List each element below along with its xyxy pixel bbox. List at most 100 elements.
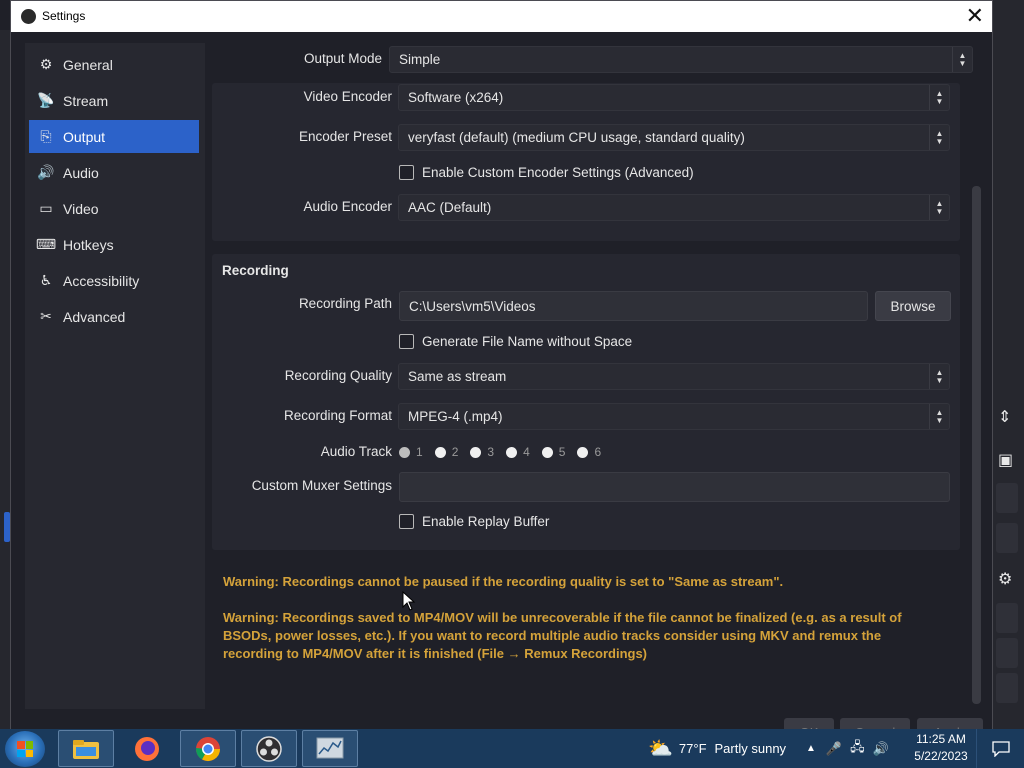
recording-format-select[interactable]: MPEG-4 (.mp4) ▲ ▼ [398,403,950,430]
dock-tile[interactable] [996,638,1018,668]
network-icon[interactable]: 🖧 [850,738,865,760]
custom-encoder-checkbox[interactable]: Enable Custom Encoder Settings (Advanced… [399,165,694,180]
firefox-icon [135,736,159,761]
video-encoder-select[interactable]: Software (x264) ▲ ▼ [398,84,950,111]
sidebar-item-stream[interactable]: 📡 Stream [29,84,199,117]
folder-icon [73,739,99,759]
radio-dot[interactable] [470,446,482,458]
taskbar-chrome[interactable] [180,730,236,767]
output-mode-select[interactable]: Simple ▲ ▼ [389,46,973,73]
accessibility-icon: ♿ [39,272,53,288]
window-title: Settings [42,9,86,23]
audio-track-radio-2[interactable]: 2 [434,445,459,459]
clock[interactable]: 11:25 AM 5/22/2023 [906,731,976,765]
checkbox-box[interactable] [399,514,414,529]
audio-encoder-value: AAC (Default) [408,200,492,215]
audio-encoder-select[interactable]: AAC (Default) ▲ ▼ [398,194,950,221]
dock-tile[interactable] [996,603,1018,633]
replay-buffer-checkbox[interactable]: Enable Replay Buffer [399,514,549,529]
keyboard-icon: ⌨ [35,236,57,252]
dock-tile[interactable] [996,523,1018,553]
select-arrows-icon: ▲ ▼ [952,47,972,72]
radio-dot[interactable] [434,446,446,458]
custom-muxer-label: Custom Muxer Settings [251,478,392,493]
taskbar-obs[interactable] [241,730,297,767]
weather-widget[interactable]: ⛅ 77°F Partly sunny [648,729,786,768]
dock-icon[interactable]: ▣ [998,453,1013,469]
volume-icon[interactable]: 🔊 [873,741,889,757]
audio-track-number: 6 [594,445,602,459]
taskbar-firefox[interactable] [119,730,175,767]
monitor-graph-icon [316,737,344,758]
recording-group-title: Recording [222,263,289,278]
audio-track-radios: 1 2 3 4 5 6 [399,445,613,459]
radio-dot[interactable] [399,446,410,458]
monitor-icon: ▭ [39,200,53,216]
gear-icon: ⚙ [39,56,53,72]
obs-main-right-dock: ⇕ ▣ ⚙ [993,0,1024,730]
file-name-no-space-label: Generate File Name without Space [422,334,633,349]
sidebar-item-label: Hotkeys [63,236,114,253]
sidebar-item-label: Advanced [63,308,126,325]
sidebar-item-label: Accessibility [63,272,140,289]
audio-track-number: 2 [451,445,459,459]
start-button[interactable] [5,731,45,767]
recording-quality-value: Same as stream [408,369,507,384]
file-name-no-space-checkbox[interactable]: Generate File Name without Space [399,334,632,349]
obs-logo-icon [21,9,36,24]
radio-dot[interactable] [506,446,518,458]
radio-dot[interactable] [541,446,553,458]
select-arrows-icon: ▲ ▼ [929,364,949,389]
sidebar-item-advanced[interactable]: ✂ Advanced [29,300,199,333]
audio-track-radio-1[interactable]: 1 [399,445,423,459]
obs-icon [256,735,282,762]
content-scrollbar[interactable] [972,186,981,704]
title-bar: Settings ✕ [11,1,992,32]
video-encoder-value: Software (x264) [408,90,504,105]
taskbar: ⛅ 77°F Partly sunny ▲ 🎤 🖧 🔊 11:25 AM 5/2… [0,729,1024,768]
weather-temp: 77°F [678,741,707,756]
checkbox-box[interactable] [399,334,414,349]
audio-track-radio-6[interactable]: 6 [577,445,601,459]
sidebar-item-accessibility[interactable]: ♿ Accessibility [29,264,199,297]
encoder-preset-label: Encoder Preset [298,129,392,144]
notifications-button[interactable] [976,729,1024,768]
mp4-warning-text: Warning: Recordings saved to MP4/MOV wil… [223,610,902,661]
dock-tile[interactable] [996,483,1018,513]
audio-track-radio-4[interactable]: 4 [506,445,530,459]
close-button[interactable]: ✕ [966,4,984,28]
encoder-preset-select[interactable]: veryfast (default) (medium CPU usage, st… [398,124,950,151]
dock-tile[interactable] [996,673,1018,703]
audio-track-radio-5[interactable]: 5 [541,445,566,459]
custom-muxer-input[interactable] [399,472,950,502]
taskbar-file-explorer[interactable] [58,730,114,767]
recording-quality-select[interactable]: Same as stream ▲ ▼ [398,363,950,390]
recording-path-input[interactable]: C:\Users\vm5\Videos [399,291,868,321]
microphone-icon[interactable]: 🎤 [826,741,842,757]
sidebar-item-hotkeys[interactable]: ⌨ Hotkeys [29,228,199,261]
sidebar-item-video[interactable]: ▭ Video [29,192,199,225]
taskbar-resource-monitor[interactable] [302,730,358,767]
sidebar-item-audio[interactable]: 🔊 Audio [29,156,199,189]
settings-window: Settings ✕ ⚙ General 📡 Stream ⎘ Output 🔊… [10,0,993,746]
notification-icon [991,740,1010,757]
audio-track-number: 5 [558,445,566,459]
system-tray: ▲ 🎤 🖧 🔊 [806,729,889,768]
browse-button[interactable]: Browse [875,291,951,321]
audio-track-number: 3 [487,445,495,459]
spinner-arrows-icon[interactable]: ⇕ [998,410,1011,426]
output-icon: ⎘ [40,128,52,144]
radio-dot[interactable] [577,446,589,458]
gear-icon[interactable]: ⚙ [998,572,1012,588]
sidebar-item-output[interactable]: ⎘ Output [29,120,199,153]
mouse-cursor-icon [402,591,416,611]
replay-buffer-label: Enable Replay Buffer [422,514,550,529]
checkbox-box[interactable] [399,165,414,180]
sidebar-item-label: Output [63,128,106,145]
show-hidden-icons-icon[interactable]: ▲ [806,743,816,754]
sidebar-item-general[interactable]: ⚙ General [29,48,199,81]
clock-time: 11:25 AM [916,732,966,746]
audio-track-radio-3[interactable]: 3 [470,445,494,459]
select-arrows-icon: ▲ ▼ [929,195,949,220]
partly-sunny-icon: ⛅ [648,738,673,760]
